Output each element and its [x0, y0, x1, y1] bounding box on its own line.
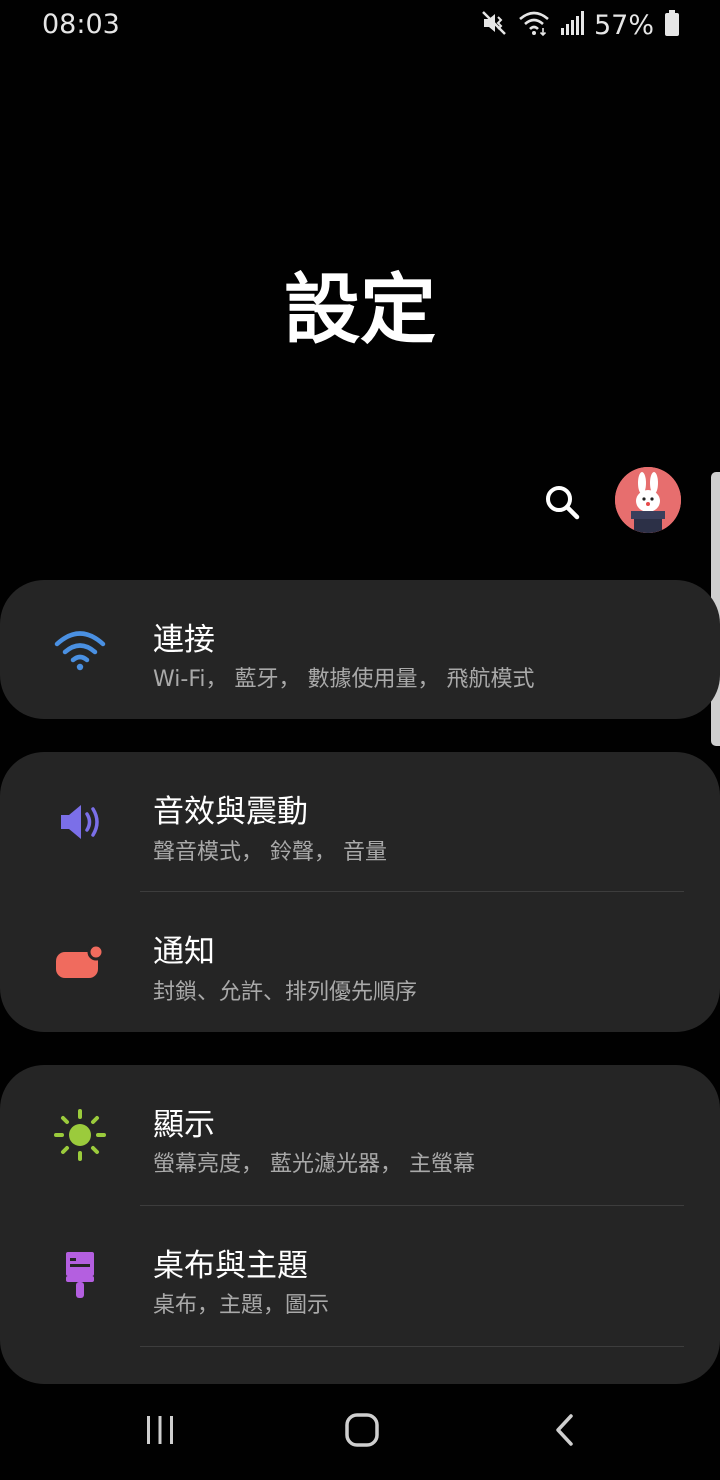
back-button[interactable] — [534, 1400, 594, 1460]
battery-icon — [664, 9, 680, 41]
item-title: 顯示 — [153, 1107, 215, 1143]
item-title: 桌布與主題 — [153, 1248, 308, 1284]
item-subtitle: 桌布，主題，圖示 — [153, 1293, 330, 1318]
status-bar: 08:03 57% — [0, 0, 720, 50]
item-title: 連接 — [153, 622, 215, 658]
home-icon — [345, 1413, 379, 1447]
mute-icon — [480, 9, 508, 41]
settings-card-display: 顯示 螢幕亮度， 藍光濾光器， 主螢幕 桌布與主題 桌布，主題，圖示 — [0, 1065, 720, 1384]
signal-icon — [560, 10, 584, 40]
page-title: 設定 — [284, 265, 436, 354]
notification-icon — [52, 934, 108, 990]
wifi-icon — [52, 622, 108, 678]
settings-item-connections[interactable]: 連接 Wi-Fi， 藍牙， 數據使用量， 飛航模式 — [0, 580, 720, 719]
home-button[interactable] — [332, 1400, 392, 1460]
settings-item-wallpaper-themes[interactable]: 桌布與主題 桌布，主題，圖示 — [0, 1206, 720, 1346]
brightness-icon — [52, 1107, 108, 1163]
wifi-icon — [518, 9, 550, 41]
settings-item-display[interactable]: 顯示 螢幕亮度， 藍光濾光器， 主螢幕 — [0, 1065, 720, 1205]
recents-button[interactable] — [130, 1400, 190, 1460]
item-subtitle: 螢幕亮度， 藍光濾光器， 主螢幕 — [153, 1152, 475, 1177]
divider — [140, 1346, 684, 1347]
item-subtitle: Wi-Fi， 藍牙， 數據使用量， 飛航模式 — [153, 667, 535, 692]
bunny-avatar-icon — [615, 467, 681, 533]
status-time: 08:03 — [42, 9, 120, 40]
item-subtitle: 聲音模式， 鈴聲， 音量 — [153, 840, 387, 865]
paintbrush-icon — [52, 1248, 108, 1304]
settings-item-notifications[interactable]: 通知 封鎖、允許、排列優先順序 — [0, 892, 720, 1032]
speaker-icon — [52, 794, 108, 850]
settings-card-connections: 連接 Wi-Fi， 藍牙， 數據使用量， 飛航模式 — [0, 580, 720, 719]
search-button[interactable] — [540, 480, 584, 524]
navigation-bar — [0, 1384, 720, 1480]
back-icon — [556, 1414, 573, 1446]
item-title: 通知 — [153, 934, 215, 970]
item-subtitle: 封鎖、允許、排列優先順序 — [153, 980, 418, 1005]
settings-item-sound[interactable]: 音效與震動 聲音模式， 鈴聲， 音量 — [0, 752, 720, 892]
recents-icon — [147, 1416, 173, 1444]
settings-card-sound-notifications: 音效與震動 聲音模式， 鈴聲， 音量 通知 封鎖、允許、排列優先順序 — [0, 752, 720, 1032]
search-icon — [546, 486, 580, 520]
battery-percent: 57% — [593, 9, 654, 41]
item-title: 音效與震動 — [153, 794, 308, 830]
status-icons: 57% — [480, 8, 680, 42]
profile-avatar[interactable] — [615, 467, 681, 533]
